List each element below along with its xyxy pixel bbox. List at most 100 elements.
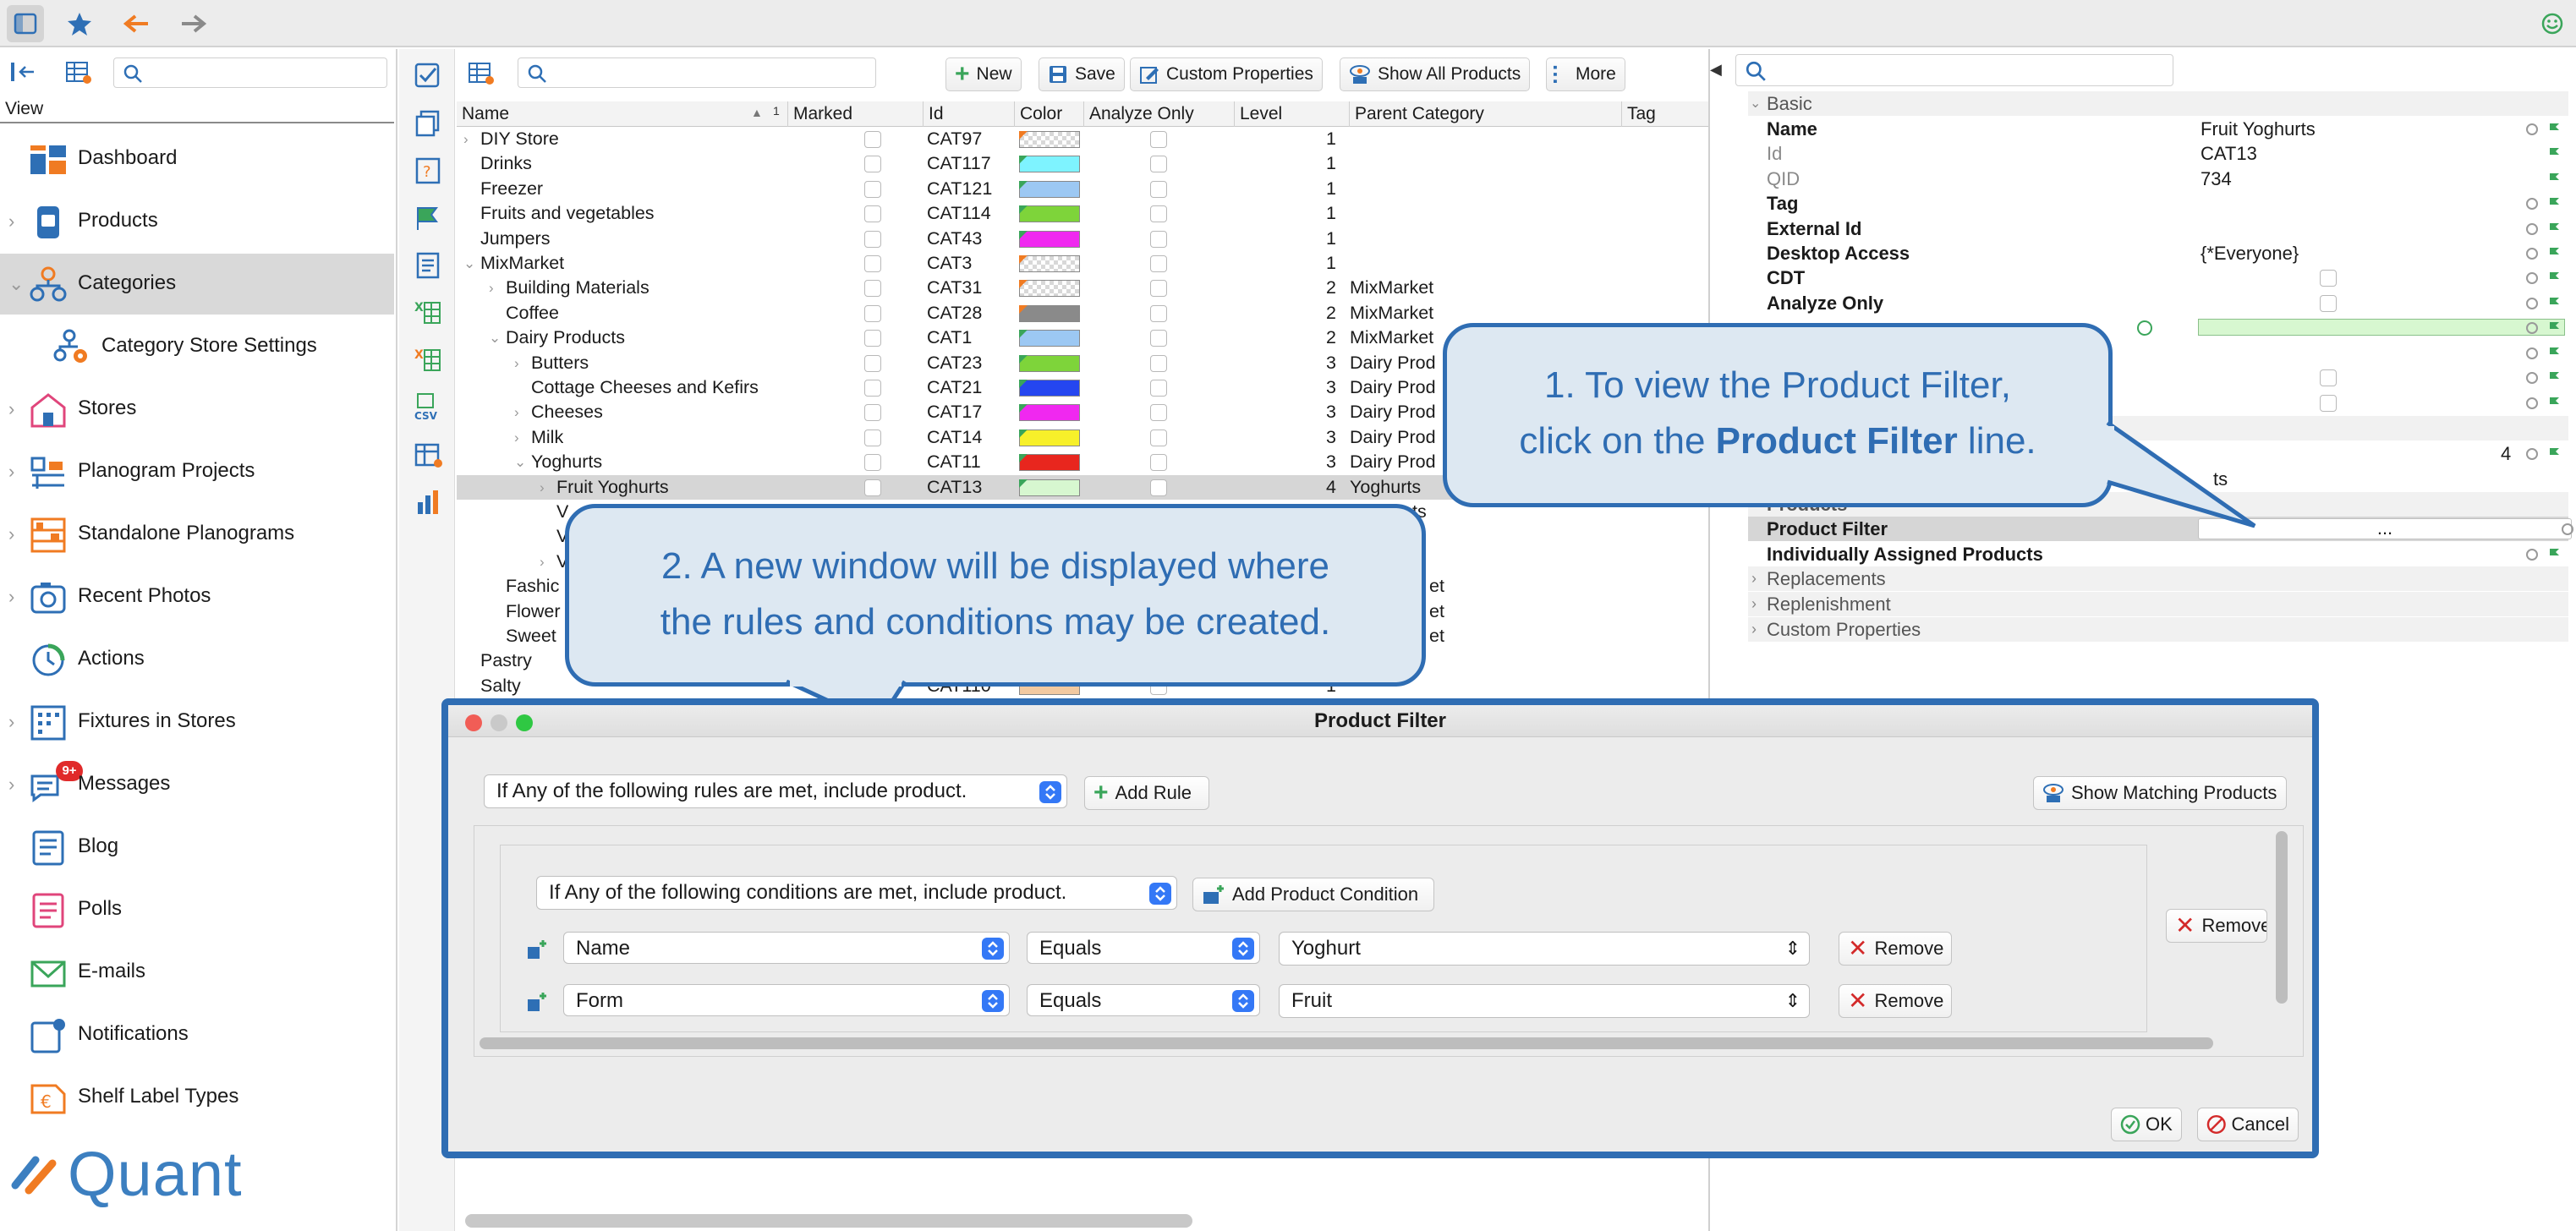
nav-notifications[interactable]: Notifications: [0, 1004, 394, 1065]
collapse-tree-icon[interactable]: [8, 59, 37, 85]
expand-chevron-icon[interactable]: ⌄: [489, 326, 501, 350]
grid-search-input[interactable]: [518, 57, 876, 88]
expand-chevron-icon[interactable]: ›: [8, 399, 20, 419]
ok-button[interactable]: OK: [2111, 1108, 2182, 1141]
prop-row[interactable]: Desktop Access {*Everyone}: [1748, 241, 2568, 265]
color-swatch[interactable]: [1019, 330, 1080, 347]
flag-icon[interactable]: [2547, 370, 2562, 386]
col-level[interactable]: Level: [1235, 101, 1350, 127]
expand-chevron-icon[interactable]: ⌄: [463, 251, 475, 276]
prop-row[interactable]: CDT: [1748, 265, 2568, 290]
col-tag[interactable]: Tag: [1622, 101, 1708, 127]
col-analyze-only[interactable]: Analyze Only: [1084, 101, 1235, 127]
color-swatch[interactable]: [1019, 454, 1080, 472]
help-doc-icon[interactable]: ?: [413, 156, 443, 186]
vertical-scrollbar[interactable]: [2276, 831, 2288, 1004]
back-arrow-icon[interactable]: [118, 5, 156, 42]
analyze-only-checkbox[interactable]: [1150, 156, 1167, 173]
condition-operator-select[interactable]: Equals: [1027, 984, 1260, 1016]
analyze-only-checkbox[interactable]: [1150, 479, 1167, 496]
checkbox[interactable]: [2320, 270, 2337, 287]
marked-checkbox[interactable]: [864, 354, 881, 372]
reset-icon[interactable]: [2524, 222, 2540, 237]
nav-polls[interactable]: Polls: [0, 879, 394, 940]
color-swatch[interactable]: [1019, 380, 1080, 397]
flag-icon[interactable]: [2547, 222, 2562, 237]
expand-chevron-icon[interactable]: ⌄: [8, 274, 24, 294]
prop-row[interactable]: Name Fruit Yoghurts: [1748, 117, 2568, 141]
excel-import-icon[interactable]: X: [413, 298, 443, 328]
table-settings-icon[interactable]: [64, 59, 93, 85]
flag-icon[interactable]: [2547, 172, 2562, 187]
expand-chevron-icon[interactable]: ›: [540, 475, 545, 500]
add-rule-button[interactable]: + Add Rule: [1084, 776, 1209, 810]
nav-standalone-planograms[interactable]: › Standalone Planograms: [0, 504, 394, 565]
group-custom-properties[interactable]: › Custom Properties: [1748, 617, 2568, 643]
nav-categories[interactable]: ⌄ Categories: [0, 254, 394, 315]
tag-flag-icon[interactable]: [413, 203, 443, 233]
flag-icon[interactable]: [2547, 446, 2562, 462]
reset-icon[interactable]: [2524, 396, 2540, 411]
marked-checkbox[interactable]: [864, 205, 881, 223]
table-row[interactable]: ⌄ MixMarket CAT3 1: [457, 251, 1708, 276]
csv-export-icon[interactable]: CSV: [413, 392, 443, 423]
color-swatch[interactable]: [1019, 354, 1080, 372]
table-row[interactable]: Jumpers CAT43 1: [457, 227, 1708, 251]
condition-field-select[interactable]: Name: [563, 932, 1010, 964]
table-row[interactable]: › Building Materials CAT31 2 MixMarket: [457, 276, 1708, 300]
col-name[interactable]: Name ▲ 1: [457, 101, 788, 127]
flag-icon[interactable]: [2547, 122, 2562, 137]
marked-checkbox[interactable]: [864, 479, 881, 496]
edit-color-icon[interactable]: [2137, 320, 2152, 336]
nav-actions[interactable]: Actions: [0, 629, 394, 690]
show-all-products-button[interactable]: Show All Products: [1340, 57, 1531, 91]
bar-chart-icon[interactable]: [413, 487, 443, 517]
analyze-only-checkbox[interactable]: [1150, 429, 1167, 446]
col-id[interactable]: Id: [924, 101, 1015, 127]
more-button[interactable]: … More: [1546, 57, 1625, 91]
marked-checkbox[interactable]: [864, 454, 881, 472]
reset-icon[interactable]: [2524, 246, 2540, 261]
expand-chevron-icon[interactable]: ›: [514, 400, 519, 424]
nav-blog[interactable]: Blog: [0, 817, 394, 878]
remove-condition-button[interactable]: ✕ Remove: [1839, 984, 1952, 1018]
expand-chevron-icon[interactable]: ›: [489, 276, 494, 300]
reset-icon[interactable]: [2524, 122, 2540, 137]
prop-row[interactable]: QID 734: [1748, 167, 2568, 191]
table-row[interactable]: › DIY Store CAT97 1: [457, 127, 1708, 151]
excel-export-icon[interactable]: X: [413, 345, 443, 375]
marked-checkbox[interactable]: [864, 404, 881, 422]
remove-rule-button[interactable]: ✕ Remove: [2166, 909, 2267, 943]
collapse-left-icon[interactable]: ◀: [1710, 61, 1724, 85]
expand-chevron-icon[interactable]: ›: [540, 550, 545, 574]
nav-messages[interactable]: › 9+ Messages: [0, 754, 394, 815]
nav-products[interactable]: › Products: [0, 191, 394, 252]
color-swatch[interactable]: [1019, 131, 1080, 148]
marked-checkbox[interactable]: [864, 131, 881, 148]
nav-recent-photos[interactable]: › Recent Photos: [0, 566, 394, 627]
checkbox[interactable]: [2320, 395, 2337, 412]
cancel-button[interactable]: Cancel: [2197, 1108, 2299, 1141]
color-swatch[interactable]: [1019, 230, 1080, 248]
flag-icon[interactable]: [2547, 271, 2562, 286]
reset-icon[interactable]: [2524, 296, 2540, 311]
table-row[interactable]: Freezer CAT121 1: [457, 177, 1708, 201]
expand-chevron-icon[interactable]: ›: [463, 127, 469, 151]
expand-chevron-icon[interactable]: ›: [514, 351, 519, 375]
prop-row[interactable]: Analyze Only: [1748, 291, 2568, 315]
new-button[interactable]: + New: [945, 57, 1022, 91]
prop-row[interactable]: Tag: [1748, 191, 2568, 216]
table-view-icon[interactable]: [413, 440, 443, 470]
group-replenishment[interactable]: › Replenishment: [1748, 592, 2568, 617]
reset-icon[interactable]: [2524, 320, 2540, 336]
reset-icon[interactable]: [2524, 346, 2540, 361]
marked-checkbox[interactable]: [864, 156, 881, 173]
add-product-condition-button[interactable]: Add Product Condition: [1192, 878, 1434, 911]
flag-icon[interactable]: [2547, 320, 2562, 336]
nav-stores[interactable]: › Stores: [0, 379, 394, 440]
expand-chevron-icon[interactable]: ›: [8, 462, 20, 482]
flag-icon[interactable]: [2547, 296, 2562, 311]
zoom-window-button[interactable]: [516, 714, 533, 731]
prop-row[interactable]: Id CAT13: [1748, 141, 2568, 166]
marked-checkbox[interactable]: [864, 255, 881, 272]
